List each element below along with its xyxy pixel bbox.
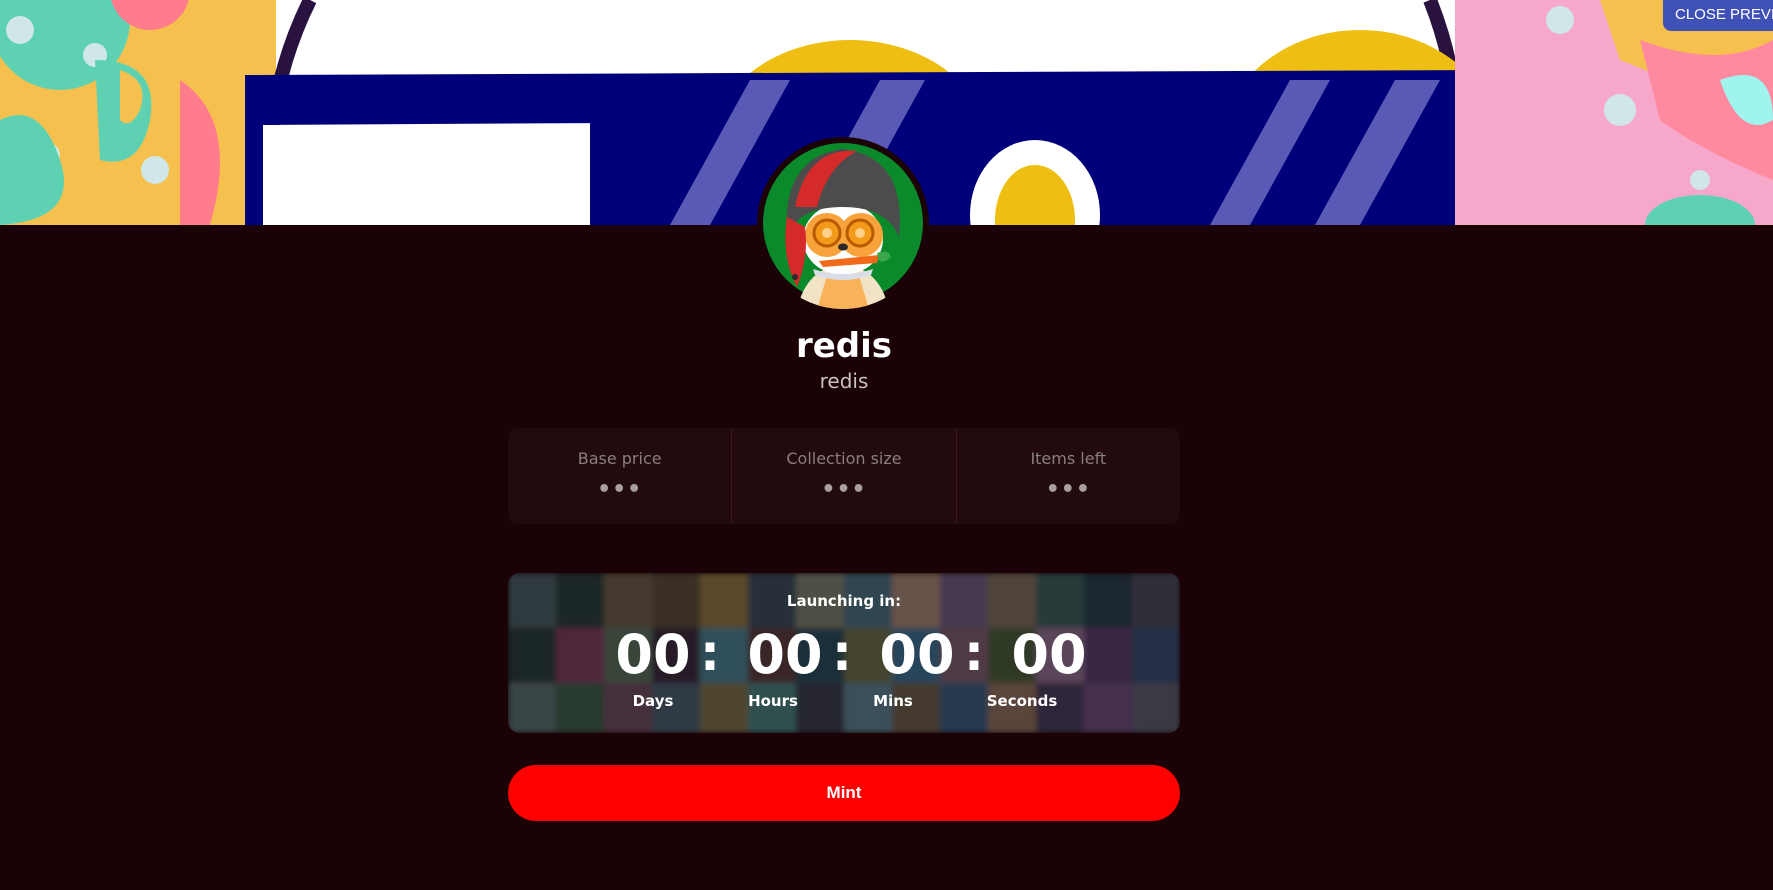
seconds-label: Seconds [986,692,1058,710]
mint-page: CLOSE PREVI redis redis Base price ••• C… [0,0,1773,890]
stat-value-loading: ••• [597,477,643,502]
countdown-timer: 00 : 00 : 00 : 00 [508,620,1180,690]
cartoon-dog-avatar-icon [763,143,923,309]
close-preview-button[interactable]: CLOSE PREVI [1663,0,1773,31]
collection-symbol: redis [819,369,869,393]
launching-heading: Launching in: [786,592,902,610]
stat-value-loading: ••• [821,477,867,502]
days-label: Days [632,692,674,710]
mins-value: 00 [879,623,955,686]
days-value: 00 [615,623,691,686]
stat-items-left: Items left ••• [957,428,1180,524]
mint-button[interactable]: Mint [508,765,1180,821]
time-separator: : [964,624,984,682]
time-separator: : [832,624,852,682]
stats-panel: Base price ••• Collection size ••• Items… [508,428,1180,524]
seconds-value: 00 [1011,623,1087,686]
stat-label: Base price [577,449,662,468]
stat-collection-size: Collection size ••• [732,428,957,524]
launch-countdown: Launching in: 00 : 00 : 00 : 00 Days Hou… [508,573,1180,733]
stat-base-price: Base price ••• [508,428,733,524]
stat-label: Items left [1030,449,1107,468]
stat-value-loading: ••• [1045,477,1091,502]
countdown-content: Launching in: 00 : 00 : 00 : 00 Days Hou… [508,573,1180,733]
time-separator: : [700,624,720,682]
mins-label: Mins [873,692,913,710]
hours-value: 00 [747,623,823,686]
collection-avatar [757,137,929,309]
hours-label: Hours [748,692,798,710]
stat-label: Collection size [786,449,902,468]
